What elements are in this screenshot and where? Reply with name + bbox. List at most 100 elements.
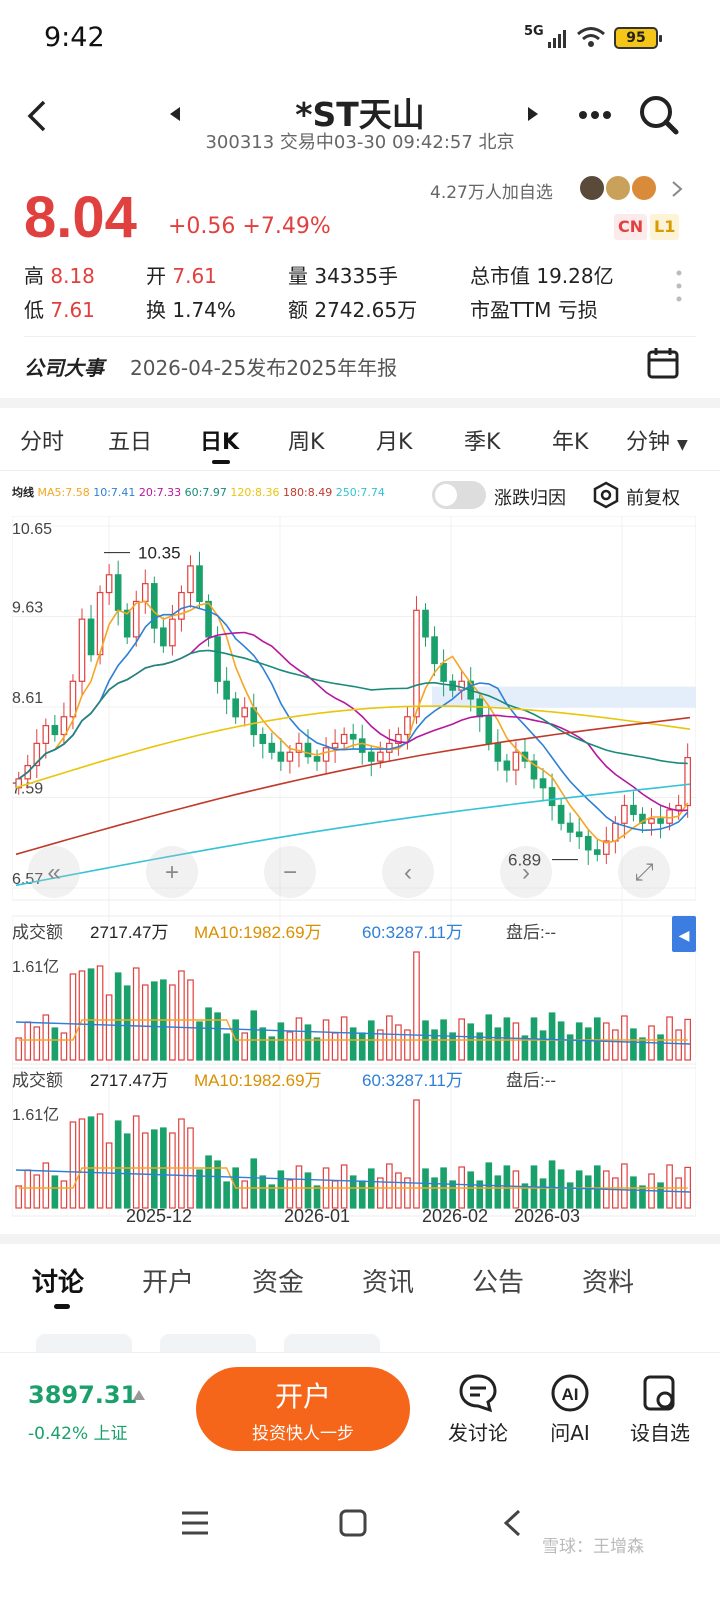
candle <box>250 707 258 736</box>
chevron-right-icon[interactable] <box>670 180 684 198</box>
ma20-line <box>18 631 688 812</box>
ask-ai-button[interactable]: AI 问AI <box>538 1373 602 1446</box>
volume-bar <box>178 1118 185 1209</box>
add-watchlist-button[interactable]: 设自选 <box>624 1373 696 1446</box>
filter-chip[interactable] <box>36 1334 132 1352</box>
tab-funds[interactable]: 资金 <box>252 1262 304 1299</box>
avatar <box>630 174 658 202</box>
candle <box>358 738 366 753</box>
stock-code: 300313 <box>205 132 275 153</box>
volume-bar <box>96 1113 104 1209</box>
index-value[interactable]: 3897.31 <box>28 1381 137 1409</box>
watermark: 雪球：王增森 <box>542 1537 644 1557</box>
volume-after-hours: 盘后:-- <box>506 923 556 942</box>
volume-bar <box>69 1121 77 1209</box>
price-change: +0.56 +7.49% <box>168 214 331 239</box>
tab-announcements[interactable]: 公告 <box>472 1262 524 1299</box>
volume-bar <box>512 1170 520 1209</box>
wifi-icon <box>577 27 605 47</box>
volume-bar <box>639 1185 646 1209</box>
volume-bar <box>96 965 104 1061</box>
open-account-button[interactable]: 开户 投资快人一步 <box>196 1367 410 1451</box>
volume-bar <box>132 1115 140 1209</box>
tab-quarterly-k[interactable]: 季K <box>464 424 500 456</box>
tab-discussion[interactable]: 讨论 <box>32 1262 84 1299</box>
tab-yearly-k[interactable]: 年K <box>552 424 588 456</box>
ma-legend-item: MA5:7.58 <box>37 486 90 499</box>
filter-chip[interactable] <box>160 1334 256 1352</box>
more-stats-icon[interactable] <box>674 268 684 304</box>
volume-bar <box>340 1016 348 1061</box>
home-icon[interactable] <box>338 1508 368 1538</box>
candle <box>621 804 628 824</box>
chat-bubble-icon <box>459 1374 497 1413</box>
volume-bar <box>675 1029 682 1061</box>
candle <box>151 583 158 629</box>
candle <box>512 751 520 771</box>
volume-bar <box>78 970 86 1061</box>
volume-ma10: MA10:1982.69万 <box>194 923 322 942</box>
volume-label: 成交额 <box>12 1071 63 1090</box>
tab-five-day[interactable]: 五日 <box>108 424 152 456</box>
ma10-line <box>18 605 689 832</box>
tab-profile[interactable]: 资料 <box>582 1262 634 1299</box>
next-stock-icon[interactable] <box>526 106 540 122</box>
volume-bar <box>331 1032 339 1061</box>
kline-chart[interactable]: 10.659.638.617.596.5710.356.89«+−‹›⤢成交额2… <box>12 516 696 1228</box>
section-divider <box>0 398 720 408</box>
tab-open-account[interactable]: 开户 <box>142 1262 194 1299</box>
event-label[interactable]: 公司大事 <box>24 352 104 381</box>
adjust-label[interactable]: 前复权 <box>626 484 680 510</box>
volume-bar <box>313 1037 321 1061</box>
watcher-avatars[interactable] <box>578 172 662 204</box>
volume-bar <box>395 1024 402 1061</box>
tab-weekly-k[interactable]: 周K <box>288 424 324 456</box>
stat-amount: 额 2742.65万 <box>288 298 418 322</box>
menu-icon[interactable] <box>180 1510 210 1536</box>
candle <box>160 627 167 647</box>
tab-news[interactable]: 资讯 <box>362 1262 414 1299</box>
volume-bar <box>566 1034 574 1061</box>
tab-daily-k[interactable]: 日K <box>200 424 239 456</box>
calendar-icon[interactable] <box>646 346 680 380</box>
candle <box>404 716 411 736</box>
adjust-settings-icon[interactable] <box>592 481 620 509</box>
discuss-button[interactable]: 发讨论 <box>446 1373 510 1446</box>
watchlist-icon <box>643 1375 675 1411</box>
tab-minute[interactable]: 分钟 ▼ <box>626 424 688 456</box>
watcher-count[interactable]: 4.27万人加自选 <box>430 178 553 203</box>
stat-open: 开 7.61 <box>146 264 217 288</box>
volume-bar <box>630 1176 637 1209</box>
volume-bar <box>223 1181 230 1209</box>
tab-intraday[interactable]: 分时 <box>20 424 64 456</box>
chart-control-icon: − <box>283 859 297 886</box>
volume-bar <box>494 1175 502 1209</box>
more-icon[interactable] <box>578 110 612 120</box>
action-footer: 3897.31 -0.42% 上证 开户 投资快人一步 发讨论 AI 问AI 设… <box>0 1352 720 1452</box>
attribution-toggle[interactable] <box>432 481 486 509</box>
back-nav-icon[interactable] <box>500 1508 524 1538</box>
ma-legend: 均线 MA5:7.58 10:7.41 20:7.33 60:7.97 120:… <box>12 484 385 500</box>
search-icon[interactable] <box>638 94 680 136</box>
period-tabs: 分时 五日 日K 周K 月K 季K 年K 分钟 ▼ <box>0 424 720 468</box>
candle <box>494 742 502 762</box>
candle <box>476 698 484 718</box>
candle <box>503 760 511 771</box>
volume-bar <box>548 1160 556 1209</box>
stat-low: 低 7.61 <box>24 298 95 322</box>
volume-bar <box>24 1169 32 1209</box>
index-change[interactable]: -0.42% 上证 <box>28 1419 128 1444</box>
x-tick-label: 2025-12 <box>126 1206 192 1226</box>
volume-bar <box>358 1180 366 1209</box>
event-text[interactable]: 2026-04-25发布2025年年报 <box>130 352 397 381</box>
volume-bar <box>178 970 185 1061</box>
candle <box>178 591 185 620</box>
chart-control-icon: › <box>522 859 530 886</box>
volume-bar <box>639 1037 646 1061</box>
tab-monthly-k[interactable]: 月K <box>376 424 412 456</box>
ai-icon: AI <box>551 1374 589 1412</box>
volume-bar <box>51 1175 59 1209</box>
volume-bar <box>51 1027 59 1061</box>
filter-chip[interactable] <box>284 1334 380 1352</box>
chart-control-icon: ⤢ <box>634 859 653 886</box>
